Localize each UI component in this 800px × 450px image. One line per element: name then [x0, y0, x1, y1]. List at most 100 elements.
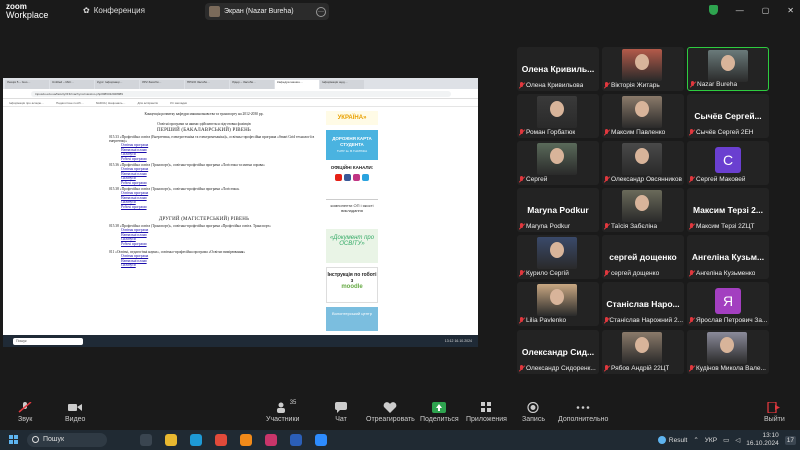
participant-face: [635, 54, 649, 70]
doc-level2: ДРУГИЙ (МАГІСТЕРСЬКИЙ) РІВЕНЬ: [158, 217, 250, 222]
record-button[interactable]: Запись: [522, 401, 545, 423]
participant-tile[interactable]: Олена Кривиль... Олена Кривильова: [517, 47, 599, 91]
participant-face: [721, 55, 735, 71]
tray-arrow-icon[interactable]: ⌃: [693, 436, 698, 444]
participant-caption: Олена Кривильова: [519, 82, 583, 89]
participant-tile[interactable]: сергей дощенко сергей дощенко: [602, 235, 684, 279]
participant-tile[interactable]: Максим Терзі 2... Максим Терзі 2ZЦТ: [687, 188, 769, 232]
taskbar-search[interactable]: Пошук: [27, 433, 107, 447]
banner-roadmap[interactable]: ДОРОЖНЯ КАРТА СТУДЕНТА ТНПУ ім. В.ГНАТЮК…: [326, 130, 378, 160]
participant-tile[interactable]: Рябов Андрій 22ЦТ: [602, 330, 684, 374]
participant-tile[interactable]: Сычёв Сергей... Сычёв Сергей 2ЕН: [687, 94, 769, 138]
participant-tile[interactable]: С Сергей Маковей: [687, 141, 769, 185]
doc-link[interactable]: Робочі програми: [121, 205, 319, 210]
browser-tab[interactable]: Лекція 5 – Goo…: [5, 80, 49, 89]
participant-tile[interactable]: Вікторія Житарь: [602, 47, 684, 91]
browser-tab[interactable]: ЛР2 Засоби…: [140, 80, 184, 89]
browser-tab[interactable]: Лідер – Засоби…: [230, 80, 274, 89]
participant-tile[interactable]: Maryna Podkur Maryna Podkur: [517, 188, 599, 232]
participant-tile[interactable]: Сергей: [517, 141, 599, 185]
edge-icon[interactable]: [190, 434, 202, 446]
youtube-icon[interactable]: [335, 174, 342, 181]
doc-link[interactable]: Робочі програми: [121, 157, 319, 162]
bookmark[interactable]: Інформація про асоцію…: [9, 101, 44, 105]
bookmark[interactable]: Усі закладки: [170, 101, 187, 105]
participant-tile[interactable]: Роман Горбатюк: [517, 94, 599, 138]
participant-tile[interactable]: Я Ярослав Петрович За...: [687, 282, 769, 326]
shared-screen[interactable]: Лекція 5 – Goo… Untitled – Micr… Курс: І…: [3, 78, 478, 347]
explorer-icon[interactable]: [165, 434, 177, 446]
banner-ukraine[interactable]: УКРАЇНА»: [326, 111, 378, 125]
taskview-icon[interactable]: [140, 434, 152, 446]
leave-label: Выйти: [764, 416, 785, 423]
participant-tile[interactable]: Lilia Pavlenko: [517, 282, 599, 326]
windows-start-icon[interactable]: [9, 435, 19, 445]
banner-moodle[interactable]: Інструкція по roботі з moodle: [326, 267, 378, 303]
clock[interactable]: 13:10 16.10.2024: [746, 432, 779, 448]
bookmark[interactable]: Педагогічне посіб…: [56, 101, 84, 105]
result-widget[interactable]: Result: [657, 436, 687, 444]
browser-tab[interactable]: ПРЖО Засоби…: [185, 80, 229, 89]
banner-volunteer[interactable]: Волонтерський центр: [326, 307, 378, 331]
facebook-icon[interactable]: [344, 174, 351, 181]
bookmark[interactable]: NADIIA | Національ…: [96, 101, 126, 105]
telegram-icon[interactable]: [362, 174, 369, 181]
network-icon[interactable]: ▭: [723, 436, 729, 444]
taskbar-apps: [140, 434, 327, 446]
doc-link[interactable]: Робочі програми: [121, 242, 319, 247]
record-label: Запись: [522, 416, 545, 423]
doc-link[interactable]: Силабуси: [121, 263, 319, 268]
participants-button[interactable]: 35 Участники: [266, 400, 299, 423]
participant-tile[interactable]: Станіслав Наро... Станіслав Нарожний 2...: [602, 282, 684, 326]
browser-tab-active[interactable]: Кафедра машин…: [275, 80, 319, 89]
url-field[interactable]: tnpusdu.edu.ua/faculty/IFF/machynoznavst…: [31, 91, 451, 97]
share-options-icon[interactable]: ···: [316, 6, 326, 17]
zoom-icon[interactable]: [315, 434, 327, 446]
participant-tile[interactable]: Кудінов Микола Вале...: [687, 330, 769, 374]
share-button[interactable]: Поделиться: [420, 402, 459, 423]
firefox-icon[interactable]: [240, 434, 252, 446]
bookmark[interactable]: Для аспірантів: [138, 101, 158, 105]
browser-tab[interactable]: Інформація щод…: [320, 80, 364, 89]
participant-tile[interactable]: Курило Сергій: [517, 235, 599, 279]
participant-face: [550, 148, 564, 164]
browser-tab[interactable]: Курс: Інформаці…: [95, 80, 139, 89]
instagram-icon[interactable]: [353, 174, 360, 181]
close-button[interactable]: ✕: [787, 6, 794, 15]
react-button[interactable]: Отреагировать: [366, 402, 415, 423]
photos-icon[interactable]: [265, 434, 277, 446]
participant-name: Олена Кривильова: [526, 82, 584, 89]
banner-quality[interactable]: компоненти ОП і якості викладання: [326, 199, 378, 225]
chat-button[interactable]: Чат: [334, 402, 348, 423]
minimize-button[interactable]: —: [736, 6, 744, 15]
lang-indicator[interactable]: УКР: [705, 437, 717, 444]
banner-moodle-text: Інструкція по roботі з: [327, 272, 377, 284]
doc-link[interactable]: Робочі програми: [121, 181, 319, 186]
participant-tile[interactable]: Nazar Bureha: [687, 47, 769, 91]
apps-button[interactable]: Приложения: [466, 402, 507, 423]
share-indicator[interactable]: Экран (Nazar Bureha) ···: [205, 3, 329, 20]
audio-button[interactable]: Звук: [18, 401, 33, 423]
participant-tile[interactable]: Максим Павленко: [602, 94, 684, 138]
audio-label: Звук: [18, 416, 33, 423]
word-icon[interactable]: [290, 434, 302, 446]
maximize-button[interactable]: ▢: [762, 6, 770, 15]
chrome-icon[interactable]: [215, 434, 227, 446]
meeting-info-button[interactable]: ✿ Конференция: [83, 6, 145, 15]
banner-education-doc[interactable]: «Документ про ОСВІТУ»: [326, 229, 378, 263]
shield-icon[interactable]: [708, 5, 718, 15]
participant-name: Nazar Bureha: [697, 81, 738, 88]
participants-count: 35: [289, 400, 297, 406]
browser-tab[interactable]: Untitled – Micr…: [50, 80, 94, 89]
participant-tile[interactable]: Олександр Овсянников: [602, 141, 684, 185]
participant-tile[interactable]: Олександр Сид... Олександр Сидоренк...: [517, 330, 599, 374]
volume-icon[interactable]: ◁: [735, 436, 740, 444]
notification-badge[interactable]: 17: [784, 435, 796, 445]
participant-name: Сергей Маковей: [696, 176, 746, 183]
participant-tile[interactable]: Ангеліна Кузьм... Ангеліна Кузьменко: [687, 235, 769, 279]
participant-tile[interactable]: Таїсія Забєліна: [602, 188, 684, 232]
video-button[interactable]: Видео: [65, 402, 85, 423]
leave-button[interactable]: Выйти: [764, 401, 785, 423]
participant-name: Ангеліна Кузьменко: [696, 270, 756, 277]
more-button[interactable]: Дополнительно: [558, 402, 608, 423]
